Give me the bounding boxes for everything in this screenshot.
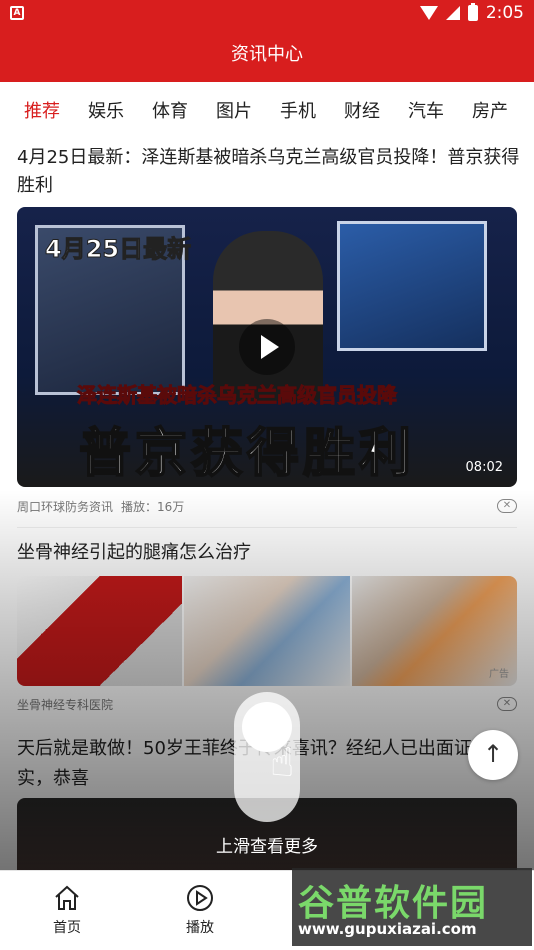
news-title[interactable]: 4月25日最新：泽连斯基被暗杀乌克兰高级官员投降！普京获得胜利 [17, 144, 522, 200]
play-icon[interactable] [239, 319, 295, 375]
status-bar: A 2:05 [0, 0, 534, 28]
divider [17, 527, 517, 528]
battery-icon [467, 3, 478, 21]
tab-autos[interactable]: 汽车 [408, 97, 444, 123]
video-duration: 08:02 [465, 460, 503, 475]
video-banner: 泽连斯基被暗杀乌克兰高级官员投降 [77, 383, 398, 408]
swipe-hint-text: 上滑查看更多 [216, 837, 318, 857]
news-meta: 周口环球防务资讯 播放：16万 [17, 498, 184, 515]
ad-source: 坐骨神经专科医院 [17, 698, 114, 712]
tab-sports[interactable]: 体育 [152, 97, 188, 123]
nav-play[interactable]: 播放 [165, 883, 235, 937]
tab-phones[interactable]: 手机 [280, 97, 316, 123]
tab-finance[interactable]: 财经 [344, 97, 380, 123]
category-tabs: 推荐 娱乐 体育 图片 手机 财经 汽车 房产 [0, 82, 534, 138]
page-title: 资讯中心 [0, 28, 534, 82]
video-tag: 4月25日最新 [44, 235, 192, 264]
news-plays: 播放：16万 [121, 500, 185, 514]
news-source: 周口环球防务资讯 [17, 500, 114, 514]
ad-image-stretch [184, 576, 350, 686]
dismiss-icon[interactable]: ✕ [497, 697, 517, 711]
ad-label: 广告 [489, 669, 509, 680]
app-notification-icon: A [10, 6, 24, 20]
back-to-top-button[interactable]: ↑ [468, 730, 518, 780]
signal-icon [445, 6, 460, 20]
video-headline: 普京获得胜利 [78, 423, 416, 485]
watermark-url: www.gupuxiazai.com [298, 920, 477, 938]
home-icon [55, 885, 79, 910]
wifi-icon [419, 6, 438, 20]
hand-pointer-icon: ☝ [270, 740, 295, 786]
tab-pictures[interactable]: 图片 [216, 97, 252, 123]
tab-recommend[interactable]: 推荐 [24, 97, 60, 123]
status-time: 2:05 [485, 3, 524, 23]
tab-entertainment[interactable]: 娱乐 [88, 97, 124, 123]
nav-home[interactable]: 首页 [32, 883, 102, 937]
arrow-up-icon: ↑ [482, 740, 504, 768]
tab-realestate[interactable]: 房产 [472, 97, 508, 123]
ad-title[interactable]: 坐骨神经引起的腿痛怎么治疗 [17, 538, 251, 564]
nav-play-label: 播放 [186, 920, 214, 936]
ad-image-strip[interactable]: 广告 [17, 576, 517, 686]
play-circle-icon [187, 885, 213, 911]
watermark: 谷普软件园 www.gupuxiazai.com [292, 868, 532, 946]
video-thumbnail[interactable]: 4月25日最新 泽连斯基被暗杀乌克兰高级官员投降 普京获得胜利 08:02 [17, 207, 517, 487]
status-icons: 2:05 [419, 3, 524, 23]
news-anchor-figure [213, 231, 323, 401]
dismiss-icon[interactable]: ✕ [497, 499, 517, 513]
ad-image-medicine [17, 576, 183, 686]
watermark-title: 谷普软件园 [298, 883, 489, 924]
video-panel-right [337, 221, 487, 351]
nav-home-label: 首页 [53, 920, 81, 936]
